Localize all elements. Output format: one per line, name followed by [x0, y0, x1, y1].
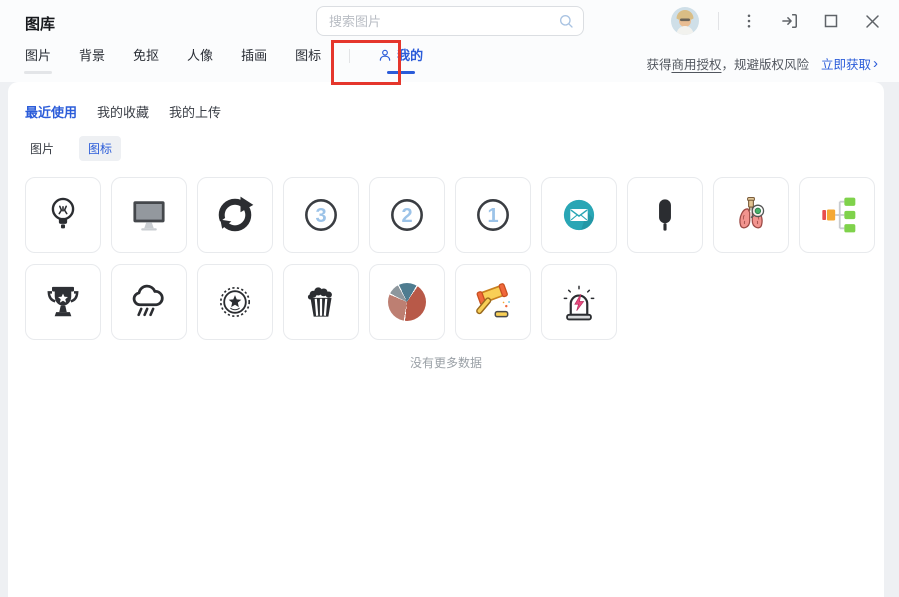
gallery-card-circle-number-3[interactable]: 3 — [283, 177, 359, 253]
maximize-icon — [824, 14, 838, 28]
gallery-card-lightbulb[interactable] — [25, 177, 101, 253]
no-more-data-text: 没有更多数据 — [409, 356, 482, 370]
icon-grid: 3 2 1 — [8, 161, 884, 340]
circle-number-icon: 2 — [385, 193, 429, 237]
tab-portraits[interactable]: 人像 — [187, 45, 213, 66]
gallery-card-recycle[interactable] — [197, 177, 273, 253]
pie-chart-icon — [385, 280, 429, 324]
maximize-button[interactable] — [820, 10, 842, 32]
my-subtabs: 最近使用 我的收藏 我的上传 — [8, 82, 884, 121]
tab-divider — [349, 48, 351, 63]
gallery-card-popcorn[interactable] — [283, 264, 359, 340]
window-controls — [671, 0, 883, 42]
kebab-menu-icon — [747, 14, 751, 28]
promo-text: 获得商用授权，规避版权风险 — [646, 58, 809, 72]
subtab-recently-used[interactable]: 最近使用 — [25, 102, 77, 121]
subtab-favorites[interactable]: 我的收藏 — [97, 102, 149, 121]
gallery-card-circle-number-2[interactable]: 2 — [369, 177, 445, 253]
search-input[interactable] — [316, 6, 584, 36]
tab-images[interactable]: 图片 — [24, 45, 52, 74]
gavel-icon — [471, 280, 515, 324]
tab-mine[interactable]: 我的 — [378, 45, 423, 74]
filter-images[interactable]: 图片 — [21, 136, 63, 161]
gallery-card-popsicle[interactable] — [627, 177, 703, 253]
org-chart-icon — [815, 193, 859, 237]
get-now-link[interactable]: 立即获取 › — [821, 54, 878, 73]
tab-cutouts[interactable]: 免抠 — [133, 45, 159, 66]
category-tabs: 图片 背景 免抠 人像 插画 图标 我的 — [24, 45, 423, 74]
arrow-into-bracket-icon — [782, 14, 797, 28]
app-title: 图库 — [25, 16, 56, 33]
star-badge-icon — [213, 280, 257, 324]
circle-number-icon: 3 — [299, 193, 343, 237]
gallery-card-email[interactable] — [541, 177, 617, 253]
filter-icons[interactable]: 图标 — [79, 136, 122, 161]
close-icon — [865, 14, 879, 28]
license-promo: 获得商用授权，规避版权风险 立即获取 › — [646, 54, 878, 73]
recycle-icon — [213, 193, 257, 237]
tab-illustrations[interactable]: 插画 — [241, 45, 267, 66]
gallery-card-star-badge[interactable] — [197, 264, 273, 340]
email-icon — [557, 193, 601, 237]
divider — [718, 12, 719, 30]
popsicle-icon — [643, 193, 687, 237]
gallery-card-siren[interactable] — [541, 264, 617, 340]
tab-backgrounds[interactable]: 背景 — [79, 45, 105, 66]
gallery-card-monitor[interactable] — [111, 177, 187, 253]
chevron-right-icon: › — [873, 55, 878, 72]
search-bar — [316, 6, 584, 36]
popcorn-icon — [299, 280, 343, 324]
lungs-icon — [729, 193, 773, 237]
gallery-card-circle-number-1[interactable]: 1 — [455, 177, 531, 253]
subtab-uploads[interactable]: 我的上传 — [169, 102, 221, 121]
tab-indicator-active — [386, 71, 415, 74]
gallery-card-rain-cloud[interactable] — [111, 264, 187, 340]
header: 图库 搜索图片 图片 背景 免抠 人像 插画 图标 我的 获得商用授权，规避版权… — [0, 0, 899, 85]
person-icon — [379, 49, 391, 61]
gallery-card-trophy[interactable] — [25, 264, 101, 340]
circle-number-icon: 1 — [471, 193, 515, 237]
gallery-card-gavel[interactable] — [455, 264, 531, 340]
gallery-card-lungs[interactable] — [713, 177, 789, 253]
tab-icons[interactable]: 图标 — [295, 45, 321, 66]
monitor-icon — [127, 193, 171, 237]
gallery-card-pie-chart[interactable] — [369, 264, 445, 340]
content-panel: 最近使用 我的收藏 我的上传 图片 图标 3 2 1 没有更多数据 — [8, 82, 884, 597]
avatar[interactable] — [671, 7, 699, 35]
lightbulb-icon — [41, 193, 85, 237]
search-icon — [560, 15, 573, 28]
siren-icon — [557, 280, 601, 324]
trophy-icon — [41, 280, 85, 324]
close-button[interactable] — [861, 10, 883, 32]
tab-indicator-gray — [24, 71, 52, 74]
more-menu-button[interactable] — [738, 10, 760, 32]
dock-window-button[interactable] — [779, 10, 801, 32]
rain-cloud-icon — [127, 280, 171, 324]
gallery-card-org-chart[interactable] — [799, 177, 875, 253]
type-filters: 图片 图标 — [8, 121, 884, 161]
